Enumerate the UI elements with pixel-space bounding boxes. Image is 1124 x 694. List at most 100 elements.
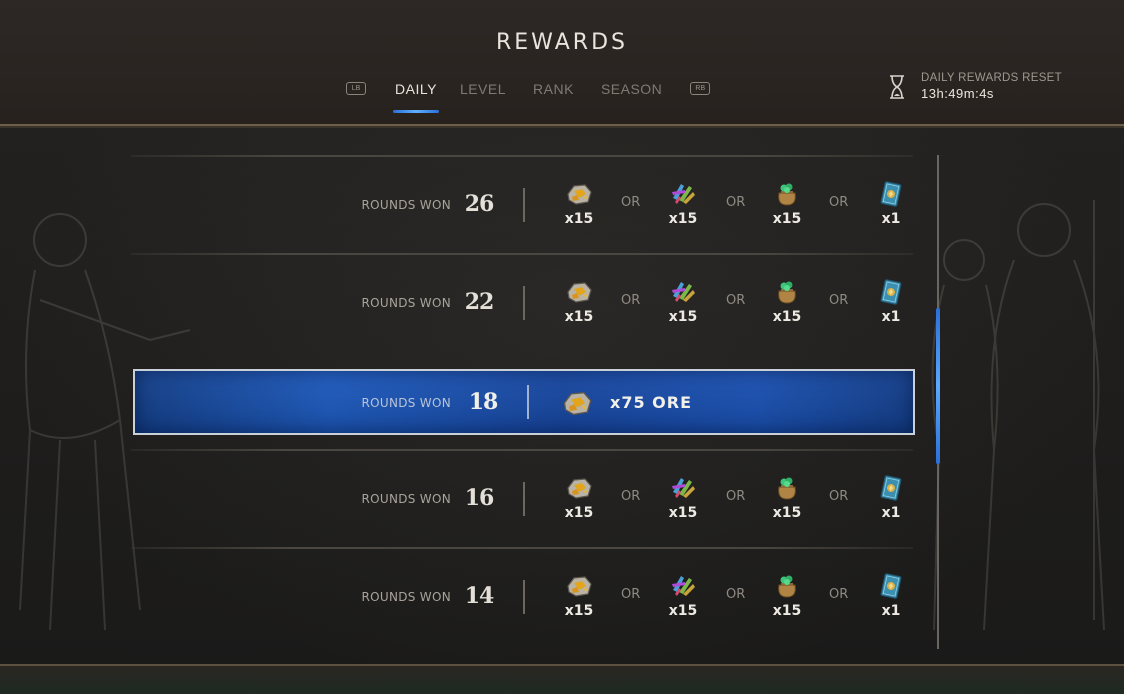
rounds-won-label: ROUNDS WON [361,396,451,410]
powder-sack-icon [773,180,801,208]
reward-amount: x75 ORE [610,393,693,412]
reward-quantity: x1 [881,603,901,619]
reward-quantity: x15 [564,211,594,227]
tab-daily[interactable]: DAILY [393,78,439,114]
page-title: REWARDS [496,30,628,55]
reward-quantity: x15 [772,505,802,521]
reward-quantity: x15 [564,309,594,325]
reward-row[interactable]: ROUNDS WON 16 x15 x15 x15 x1 OR OR OR [131,449,913,545]
reward-option[interactable]: x1 [871,474,911,521]
daily-reset-timer: DAILY REWARDS RESET 13h:49m:4s [888,72,1062,101]
reward-row-selected[interactable]: ROUNDS WON 18 x75 ORE [133,369,915,435]
or-separator: OR [829,195,849,210]
row-separator [131,253,913,255]
keg-card-icon [877,278,905,306]
reward-row[interactable]: ROUNDS WON 26 x15 x15 x15 x1 OR OR OR [131,155,913,251]
rounds-won-count: 22 [464,289,495,315]
or-separator: OR [621,293,641,308]
reward-option[interactable]: x1 [871,180,911,227]
scraps-icon [669,474,697,502]
reset-label: DAILY REWARDS RESET [921,72,1062,84]
or-separator: OR [621,489,641,504]
ore-icon [565,278,593,306]
reward-row[interactable]: ROUNDS WON 14 x15 x15 x15 x1 OR OR OR [131,547,913,643]
reward-option[interactable]: x15 [559,180,599,227]
footer-bar [0,664,1124,694]
rounds-won-label: ROUNDS WON [361,590,451,604]
row-divider [523,188,525,222]
reward-quantity: x1 [881,309,901,325]
reward-option[interactable]: x1 [871,572,911,619]
keg-card-icon [877,180,905,208]
reward-option[interactable]: x15 [767,278,807,325]
or-separator: OR [829,293,849,308]
or-separator: OR [829,587,849,602]
reward-quantity: x1 [881,505,901,521]
scraps-icon [669,278,697,306]
reward-option[interactable]: x15 [559,474,599,521]
row-divider [523,580,525,614]
reward-quantity: x15 [772,603,802,619]
powder-sack-icon [773,474,801,502]
ore-icon [565,474,593,502]
tab-bar: LB DAILY LEVEL RANK SEASON RB [346,78,711,118]
rounds-won-count: 16 [464,485,495,511]
reward-option[interactable]: x15 [663,572,703,619]
reset-countdown: 13h:49m:4s [921,86,994,101]
ore-icon [565,572,593,600]
or-separator: OR [726,489,746,504]
reward-option[interactable]: x15 [559,572,599,619]
or-separator: OR [621,587,641,602]
rounds-won-label: ROUNDS WON [361,296,451,310]
or-separator: OR [726,587,746,602]
scraps-icon [669,180,697,208]
rb-button-hint[interactable]: RB [690,82,711,95]
reward-option[interactable]: x15 [559,278,599,325]
row-separator [131,155,913,157]
scrollbar-thumb[interactable] [936,308,940,464]
tab-season[interactable]: SEASON [601,78,662,114]
reward-quantity: x15 [668,309,698,325]
reward-quantity: x1 [881,211,901,227]
reward-option[interactable]: x15 [767,572,807,619]
tab-rank[interactable]: RANK [533,78,574,114]
or-separator: OR [829,489,849,504]
powder-sack-icon [773,278,801,306]
hourglass-icon [890,74,904,99]
powder-sack-icon [773,572,801,600]
rounds-won-count: 26 [464,191,495,217]
rounds-won-count: 14 [464,583,495,609]
row-separator [131,449,913,451]
reward-option[interactable]: x15 [663,180,703,227]
reward-quantity: x15 [668,211,698,227]
or-separator: OR [726,293,746,308]
reward-quantity: x15 [772,211,802,227]
or-separator: OR [726,195,746,210]
row-divider [523,286,525,320]
reward-option[interactable]: x1 [871,278,911,325]
scraps-icon [669,572,697,600]
row-divider [527,385,529,419]
keg-card-icon [877,474,905,502]
row-separator [131,547,913,549]
or-separator: OR [621,195,641,210]
character-silhouette-right [931,200,1105,631]
reward-quantity: x15 [564,505,594,521]
reward-row[interactable]: ROUNDS WON 22 x15 x15 x15 x1 OR OR OR [131,253,913,349]
tab-level[interactable]: LEVEL [460,78,506,114]
keg-card-icon [877,572,905,600]
reward-option[interactable]: x15 [663,474,703,521]
reward-quantity: x15 [772,309,802,325]
row-divider [523,482,525,516]
reward-option[interactable]: x15 [767,474,807,521]
rounds-won-label: ROUNDS WON [361,198,451,212]
ore-icon [565,180,593,208]
reward-quantity: x15 [668,505,698,521]
reward-option[interactable]: x15 [663,278,703,325]
reward-quantity: x15 [668,603,698,619]
reward-option[interactable]: x15 [767,180,807,227]
lb-button-hint[interactable]: LB [346,82,366,95]
rounds-won-count: 18 [468,389,499,415]
rounds-won-label: ROUNDS WON [361,492,451,506]
ore-icon [561,387,593,417]
